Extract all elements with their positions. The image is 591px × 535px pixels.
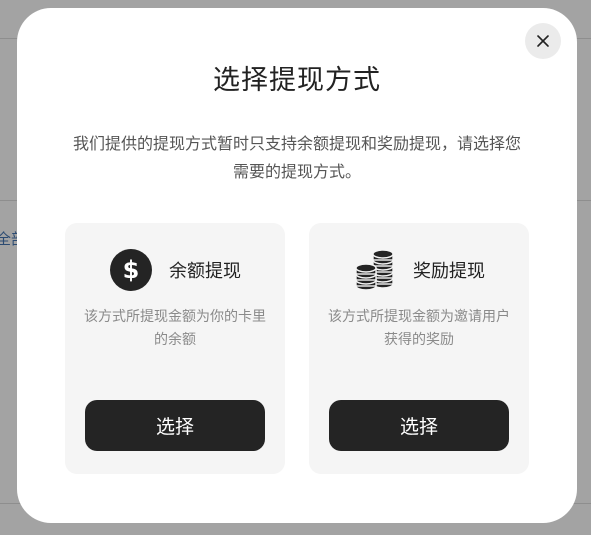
coin-stack-icon [353, 248, 397, 292]
card-title: 余额提现 [169, 261, 241, 282]
dollar-circle-icon: $ [109, 248, 153, 292]
select-reward-button[interactable]: 选择 [329, 400, 509, 451]
card-title: 奖励提现 [413, 261, 485, 282]
close-icon [537, 35, 549, 47]
dialog-description: 我们提供的提现方式暂时只支持余额提现和奖励提现，请选择您需要的提现方式。 [72, 134, 521, 181]
withdraw-method-dialog: 选择提现方式 我们提供的提现方式暂时只支持余额提现和奖励提现，请选择您需要的提现… [17, 8, 577, 523]
reward-withdraw-card: 奖励提现 该方式所提现金额为邀请用户获得的奖励 选择 [309, 223, 529, 474]
balance-withdraw-card: $ 余额提现 该方式所提现金额为你的卡里的余额 选择 [65, 223, 285, 474]
card-description: 该方式所提现金额为邀请用户获得的奖励 [328, 309, 510, 348]
close-button[interactable] [525, 23, 561, 59]
dialog-title: 选择提现方式 [213, 65, 381, 96]
card-description: 该方式所提现金额为你的卡里的余额 [84, 309, 266, 348]
select-balance-button[interactable]: 选择 [85, 400, 265, 451]
card-header: 奖励提现 [309, 248, 529, 292]
svg-text:$: $ [123, 256, 140, 284]
card-header: $ 余额提现 [65, 248, 285, 292]
